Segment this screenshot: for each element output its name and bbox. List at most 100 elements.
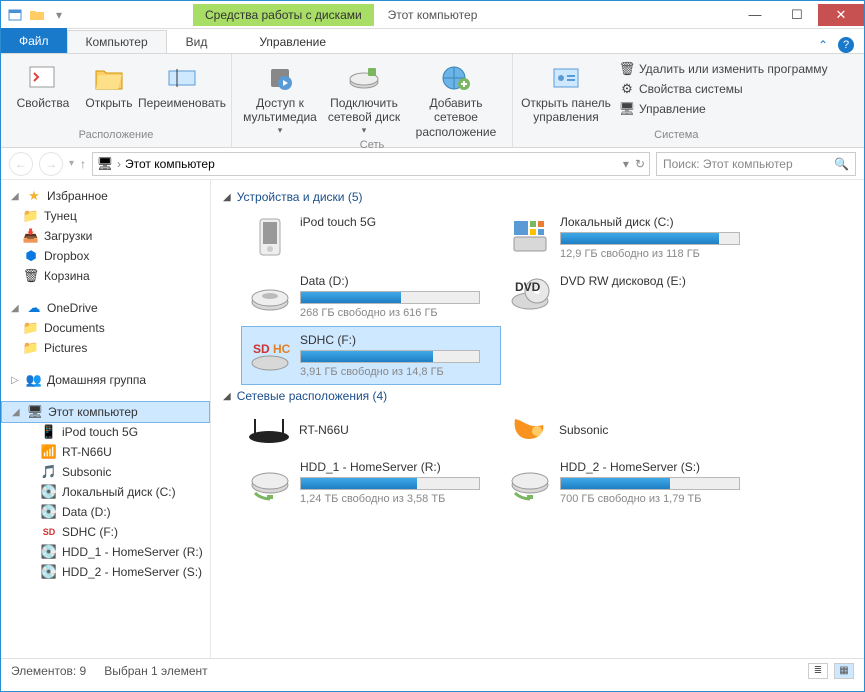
drive-free-text: 3,91 ГБ свободно из 14,8 ГБ bbox=[300, 366, 494, 378]
ribbon-addnetloc[interactable]: Добавить сетевое расположение bbox=[408, 58, 504, 139]
search-placeholder: Поиск: Этот компьютер bbox=[663, 157, 793, 171]
section-drives[interactable]: ◢Устройства и диски (5) bbox=[223, 186, 852, 208]
tab-manage[interactable]: Управление bbox=[240, 30, 345, 53]
ribbon-open[interactable]: Открыть bbox=[81, 58, 137, 129]
capacity-bar bbox=[300, 350, 480, 363]
netloc-item-1[interactable]: Subsonic bbox=[501, 407, 761, 453]
tab-file[interactable]: Файл bbox=[1, 28, 67, 53]
tree-pc-4[interactable]: 💽Data (D:) bbox=[1, 502, 210, 522]
status-bar: Элементов: 9 Выбран 1 элемент ≣ ▦ bbox=[1, 658, 864, 682]
netloc-item-0[interactable]: RT-N66U bbox=[241, 407, 501, 453]
ribbon-uninstall[interactable]: 🗑Удалить или изменить программу bbox=[615, 60, 832, 78]
windisk-icon bbox=[508, 215, 552, 259]
drive-item-4[interactable]: SDHC SDHC (F:) 3,91 ГБ свободно из 14,8 ГБ bbox=[241, 326, 501, 385]
ribbon-rename[interactable]: Переименовать bbox=[141, 58, 223, 129]
ribbon-media[interactable]: Доступ к мультимедиа▾ bbox=[240, 58, 320, 139]
minimize-button[interactable]: — bbox=[734, 4, 776, 26]
addnetloc-icon bbox=[440, 62, 472, 94]
status-count: Элементов: 9 bbox=[11, 664, 86, 678]
star-icon: ★ bbox=[26, 188, 42, 204]
ribbon-controlpanel[interactable]: Открыть панель управления bbox=[521, 58, 611, 129]
tree-fav-3[interactable]: 🗑Корзина bbox=[1, 266, 210, 286]
manage-icon: 🖥 bbox=[619, 101, 635, 117]
ribbon-mapdrive[interactable]: Подключить сетевой диск▾ bbox=[324, 58, 404, 139]
netloc-name: RT-N66U bbox=[299, 423, 349, 437]
netloc-name: Subsonic bbox=[559, 423, 608, 437]
address-bar[interactable]: 🖥 › Этот компьютер ▾↻ bbox=[92, 152, 650, 176]
netloc-item-2[interactable]: HDD_1 - HomeServer (R:)1,24 ТБ свободно … bbox=[241, 453, 501, 512]
netloc-name: HDD_1 - HomeServer (R:) bbox=[300, 460, 494, 474]
drive-name: SDHC (F:) bbox=[300, 333, 494, 347]
tree-pc-1[interactable]: 📶RT-N66U bbox=[1, 442, 210, 462]
drive-name: Data (D:) bbox=[300, 274, 494, 288]
tree-pc-5[interactable]: SDSDHC (F:) bbox=[1, 522, 210, 542]
qat-properties-icon[interactable] bbox=[7, 7, 23, 23]
tree-fav-0[interactable]: 📁Тунец bbox=[1, 206, 210, 226]
sdhc-icon: SDHC bbox=[248, 333, 292, 377]
netdisk-icon: 💽 bbox=[41, 544, 57, 560]
computer-icon: 🖥 bbox=[97, 156, 113, 172]
media-icon bbox=[507, 413, 551, 447]
recent-dropdown-icon[interactable]: ▾ bbox=[69, 158, 74, 169]
tree-pc-7[interactable]: 💽HDD_2 - HomeServer (S:) bbox=[1, 562, 210, 582]
onedrive-icon: ☁ bbox=[26, 300, 42, 316]
tree-pc-0[interactable]: 📱iPod touch 5G bbox=[1, 422, 210, 442]
view-tiles-button[interactable]: ▦ bbox=[834, 663, 854, 679]
forward-button[interactable]: → bbox=[39, 152, 63, 176]
recycle-icon: 🗑 bbox=[23, 268, 39, 284]
tree-pc-3[interactable]: 💽Локальный диск (C:) bbox=[1, 482, 210, 502]
ribbon-properties[interactable]: Свойства bbox=[9, 58, 77, 129]
tree-fav-2[interactable]: ⬢Dropbox bbox=[1, 246, 210, 266]
netloc-item-3[interactable]: HDD_2 - HomeServer (S:)700 ГБ свободно и… bbox=[501, 453, 761, 512]
tab-view[interactable]: Вид bbox=[167, 30, 227, 53]
section-network[interactable]: ◢Сетевые расположения (4) bbox=[223, 385, 852, 407]
capacity-bar bbox=[300, 477, 480, 490]
address-dropdown-icon[interactable]: ▾ bbox=[623, 157, 629, 171]
drive-item-1[interactable]: Локальный диск (C:)12,9 ГБ свободно из 1… bbox=[501, 208, 761, 267]
qat-dropdown-icon[interactable]: ▾ bbox=[51, 7, 67, 23]
tree-fav-1[interactable]: 📥Загрузки bbox=[1, 226, 210, 246]
close-button[interactable]: ✕ bbox=[818, 4, 864, 26]
up-button[interactable]: ↑ bbox=[80, 157, 86, 171]
properties-icon bbox=[27, 62, 59, 94]
ribbon-sysprops[interactable]: ⚙Свойства системы bbox=[615, 80, 832, 98]
ribbon-group-system: Система bbox=[521, 129, 832, 143]
sdhc-icon: SD bbox=[41, 524, 57, 540]
mapdrive-icon bbox=[348, 62, 380, 94]
folder-icon: 📁 bbox=[23, 340, 39, 356]
tree-pc-6[interactable]: 💽HDD_1 - HomeServer (R:) bbox=[1, 542, 210, 562]
back-button[interactable]: ← bbox=[9, 152, 33, 176]
svg-text:HC: HC bbox=[273, 342, 291, 356]
help-icon[interactable]: ? bbox=[838, 37, 854, 53]
address-toolbar: ← → ▾ ↑ 🖥 › Этот компьютер ▾↻ Поиск: Это… bbox=[1, 148, 864, 180]
ribbon-manage[interactable]: 🖥Управление bbox=[615, 100, 832, 118]
downloads-icon: 📥 bbox=[23, 228, 39, 244]
homegroup-icon: 👥 bbox=[26, 372, 42, 388]
qat-newfolder-icon[interactable] bbox=[29, 7, 45, 23]
window-title: Этот компьютер bbox=[388, 8, 478, 22]
tab-bar: Файл Компьютер Вид Управление ⌃ ? bbox=[1, 29, 864, 54]
context-tab-label: Средства работы с дисками bbox=[193, 4, 374, 26]
status-selected: Выбран 1 элемент bbox=[104, 664, 207, 678]
search-box[interactable]: Поиск: Этот компьютер 🔍 bbox=[656, 152, 856, 176]
tab-computer[interactable]: Компьютер bbox=[67, 30, 167, 53]
drive-item-3[interactable]: DVDDVD RW дисковод (E:) bbox=[501, 267, 761, 326]
tree-pc-2[interactable]: 🎵Subsonic bbox=[1, 462, 210, 482]
ribbon-collapse-icon[interactable]: ⌃ bbox=[818, 38, 828, 52]
rename-icon bbox=[166, 62, 198, 94]
tree-od-1[interactable]: 📁Pictures bbox=[1, 338, 210, 358]
tree-homegroup[interactable]: ▷👥Домашняя группа bbox=[1, 370, 210, 390]
netdisk-icon bbox=[508, 460, 552, 504]
tree-thispc[interactable]: ◢🖥Этот компьютер bbox=[1, 401, 210, 423]
maximize-button[interactable]: ☐ bbox=[776, 4, 818, 26]
tree-od-0[interactable]: 📁Documents bbox=[1, 318, 210, 338]
tree-favorites[interactable]: ◢★Избранное bbox=[1, 186, 210, 206]
drive-free-text: 268 ГБ свободно из 616 ГБ bbox=[300, 307, 494, 319]
media-icon bbox=[264, 62, 296, 94]
view-details-button[interactable]: ≣ bbox=[808, 663, 828, 679]
drive-item-2[interactable]: Data (D:) 268 ГБ свободно из 616 ГБ bbox=[241, 267, 501, 326]
capacity-bar bbox=[300, 291, 480, 304]
drive-item-0[interactable]: iPod touch 5G bbox=[241, 208, 501, 267]
tree-onedrive[interactable]: ◢☁OneDrive bbox=[1, 298, 210, 318]
refresh-icon[interactable]: ↻ bbox=[635, 157, 645, 171]
